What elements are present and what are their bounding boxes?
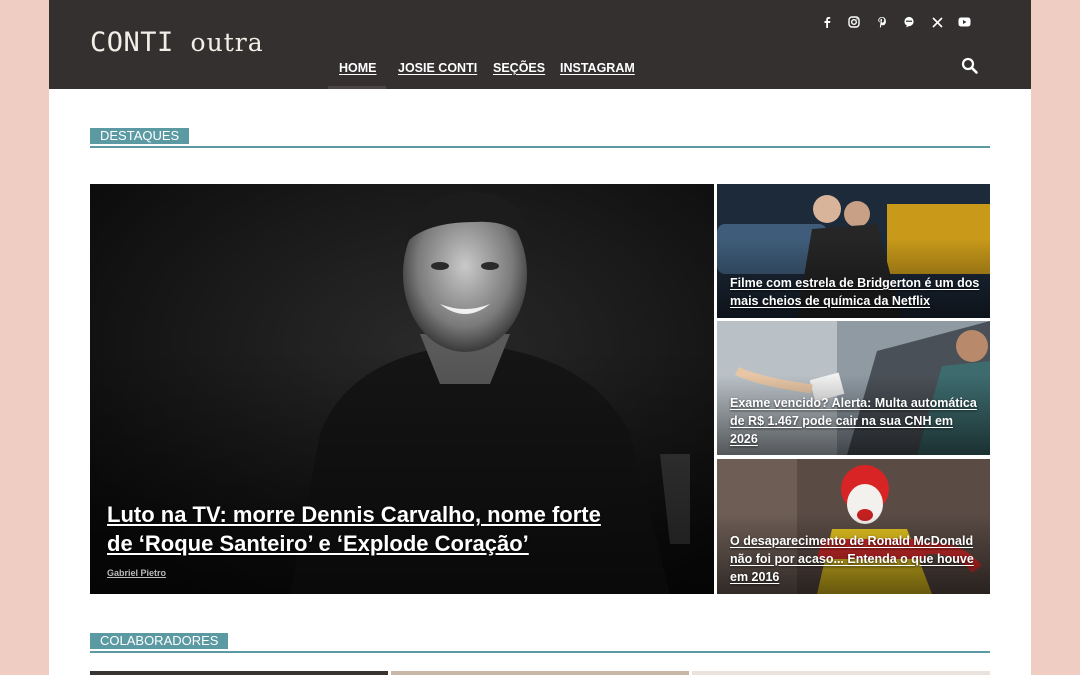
logo-sub: outra <box>190 28 264 57</box>
contributor-card-3[interactable] <box>692 671 990 675</box>
contributor-card-2[interactable] <box>391 671 689 675</box>
youtube-icon[interactable] <box>956 14 972 30</box>
section-title-colaboradores: COLABORADORES <box>90 633 229 649</box>
featured-side-post-1[interactable]: Filme com estrela de Bridgerton é um dos… <box>717 184 990 318</box>
logo-main: CONTI <box>90 27 174 58</box>
top-bar: CONTI outra HOME JOSIE CONTI SEÇÕES INST… <box>49 0 1031 89</box>
nav-active-indicator <box>328 86 386 89</box>
featured-side-title-1[interactable]: Filme com estrela de Bridgerton é um dos… <box>730 274 980 310</box>
pinterest-icon[interactable] <box>874 14 890 30</box>
contributor-card-1[interactable] <box>90 671 388 675</box>
featured-side-title-3[interactable]: O desaparecimento de Ronald McDonald não… <box>730 532 980 586</box>
featured-side-post-2[interactable]: Exame vencido? Alerta: Multa automática … <box>717 321 990 455</box>
nav-josie-conti[interactable]: JOSIE CONTI <box>398 61 477 75</box>
chat-icon[interactable] <box>901 14 917 30</box>
section-title-destaques: DESTAQUES <box>90 128 190 144</box>
instagram-icon[interactable] <box>846 14 862 30</box>
featured-main-author[interactable]: Gabriel Pietro <box>107 568 166 578</box>
section-header-destaques: DESTAQUES <box>90 128 990 148</box>
featured-main-post[interactable]: Luto na TV: morre Dennis Carvalho, nome … <box>90 184 714 594</box>
x-icon[interactable] <box>929 14 945 30</box>
nav-home[interactable]: HOME <box>339 61 377 75</box>
nav-secoes[interactable]: SEÇÕES <box>493 61 545 75</box>
featured-side-title-2[interactable]: Exame vencido? Alerta: Multa automática … <box>730 394 980 448</box>
nav-instagram[interactable]: INSTAGRAM <box>560 61 635 75</box>
featured-main-title[interactable]: Luto na TV: morre Dennis Carvalho, nome … <box>107 500 627 558</box>
site-logo[interactable]: CONTI outra <box>90 27 264 58</box>
page: CONTI outra HOME JOSIE CONTI SEÇÕES INST… <box>49 0 1031 675</box>
facebook-icon[interactable] <box>819 14 835 30</box>
search-icon[interactable] <box>961 57 979 75</box>
featured-side-post-3[interactable]: O desaparecimento de Ronald McDonald não… <box>717 459 990 594</box>
section-header-colaboradores: COLABORADORES <box>90 633 990 653</box>
